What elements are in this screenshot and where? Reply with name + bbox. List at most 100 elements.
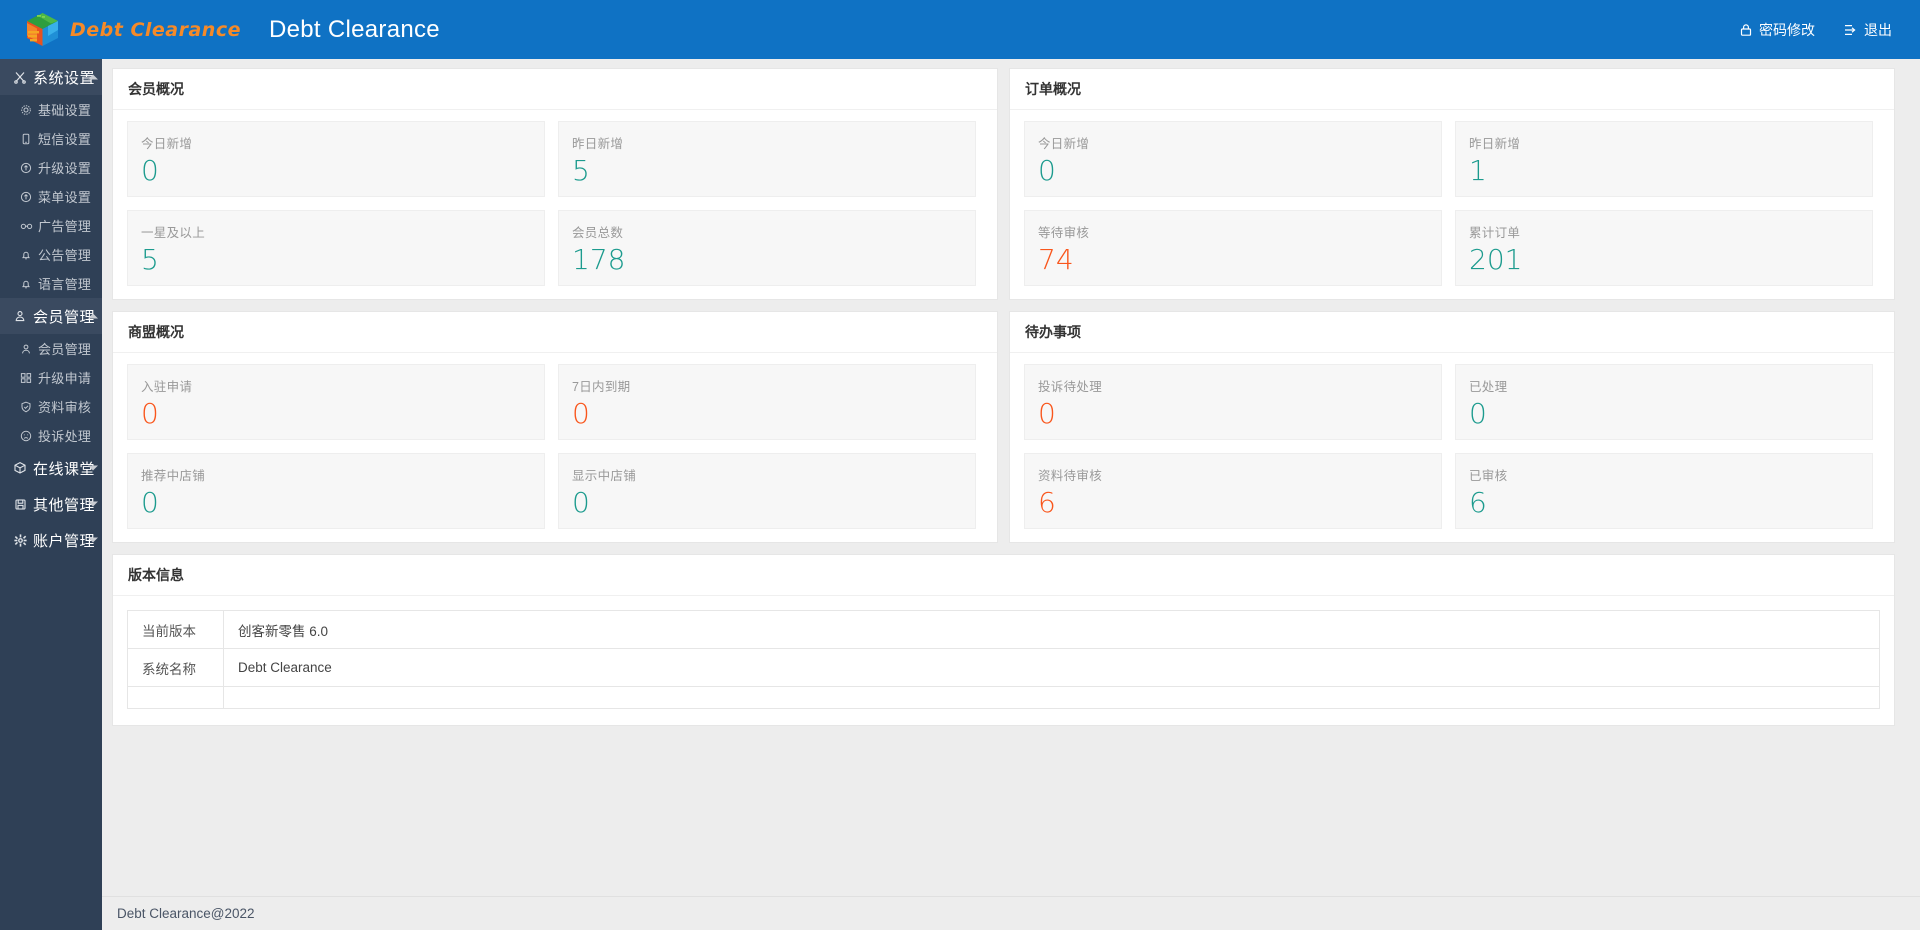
row-value	[223, 686, 1880, 709]
sidebar-group-online-classroom[interactable]: 在线课堂	[0, 450, 102, 486]
sidebar-group-member-management[interactable]: 会员管理	[0, 298, 102, 334]
sidebar-item-label: 升级设置	[38, 161, 92, 176]
stat-card[interactable]: 今日新增 0	[127, 121, 545, 197]
stat-value: 0	[141, 486, 159, 519]
stat-card[interactable]: 今日新增 0	[1024, 121, 1442, 197]
stat-label: 会员总数	[572, 226, 624, 240]
up-circle-icon	[19, 162, 33, 174]
sidebar-item-label: 升级申请	[38, 371, 92, 386]
stat-label: 已处理	[1469, 380, 1508, 394]
stat-label: 昨日新增	[1469, 137, 1521, 151]
panel-member-overview: 会员概况 今日新增 0 昨日新增 5 一星及以上 5 会员总数 178	[112, 68, 998, 300]
cube-outline-icon	[12, 461, 28, 475]
stat-card[interactable]: 入驻申请 0	[127, 364, 545, 440]
up-circle-icon	[19, 191, 33, 203]
stat-label: 已审核	[1469, 469, 1508, 483]
stat-card[interactable]: 会员总数 178	[558, 210, 976, 286]
stat-label: 一星及以上	[141, 226, 206, 240]
stat-value: 0	[141, 397, 159, 430]
stat-value: 5	[141, 243, 159, 276]
footer-text: Debt Clearance@2022	[117, 906, 255, 921]
sidebar-item-member-management[interactable]: 会员管理	[0, 334, 102, 363]
stat-value: 1	[1469, 154, 1487, 187]
stat-value: 74	[1038, 243, 1074, 276]
sidebar: 系统设置 基础设置 短信设置 升级设置 菜单设置 广告管理 公告管理 语言管理 …	[0, 59, 102, 930]
panel-title: 会员概况	[113, 69, 997, 110]
table-row: 系统名称 Debt Clearance	[127, 648, 1880, 687]
page-title: Debt Clearance	[269, 15, 440, 43]
logout-button[interactable]: 退出	[1843, 20, 1892, 40]
glasses-icon	[19, 220, 33, 232]
stat-card[interactable]: 7日内到期 0	[558, 364, 976, 440]
scissors-icon	[12, 70, 28, 84]
sidebar-group-account-management[interactable]: 账户管理	[0, 522, 102, 558]
stat-label: 今日新增	[1038, 137, 1090, 151]
stat-value: 6	[1469, 486, 1487, 519]
sidebar-item-label: 菜单设置	[38, 190, 92, 205]
stat-card[interactable]: 已审核 6	[1455, 453, 1873, 529]
stat-card[interactable]: 昨日新增 1	[1455, 121, 1873, 197]
chevron-down-icon	[88, 537, 98, 543]
stat-card-list: 今日新增 0 昨日新增 1 等待审核 74 累计订单 201	[1024, 121, 1880, 286]
stat-value: 201	[1469, 243, 1523, 276]
stat-card[interactable]: 已处理 0	[1455, 364, 1873, 440]
sidebar-item-notice-management[interactable]: 公告管理	[0, 240, 102, 269]
stat-label: 昨日新增	[572, 137, 624, 151]
stat-value: 0	[572, 486, 590, 519]
logout-label: 退出	[1864, 21, 1892, 38]
panel-order-overview: 订单概况 今日新增 0 昨日新增 1 等待审核 74 累计订单 201	[1009, 68, 1895, 300]
stat-card[interactable]: 一星及以上 5	[127, 210, 545, 286]
chevron-down-icon	[88, 501, 98, 507]
row-key: 系统名称	[127, 648, 224, 687]
sidebar-item-label: 投诉处理	[38, 429, 92, 444]
sidebar-item-upgrade-settings[interactable]: 升级设置	[0, 153, 102, 182]
stat-card[interactable]: 显示中店铺 0	[558, 453, 976, 529]
stat-value: 0	[1469, 397, 1487, 430]
stat-card[interactable]: 等待审核 74	[1024, 210, 1442, 286]
sidebar-item-basic-settings[interactable]: 基础设置	[0, 95, 102, 124]
stat-value: 0	[141, 154, 159, 187]
mobile-icon	[19, 133, 33, 145]
change-password-button[interactable]: 密码修改	[1739, 20, 1815, 40]
change-password-label: 密码修改	[1759, 21, 1815, 38]
sidebar-group-other-management[interactable]: 其他管理	[0, 486, 102, 522]
logout-icon	[1843, 23, 1858, 37]
stat-value: 6	[1038, 486, 1056, 519]
row-key	[127, 686, 224, 709]
gear-solid-icon	[12, 533, 28, 547]
sidebar-item-ad-management[interactable]: 广告管理	[0, 211, 102, 240]
sidebar-item-language-management[interactable]: 语言管理	[0, 269, 102, 298]
sidebar-group-label: 在线课堂	[33, 460, 96, 478]
brand-logo-zone[interactable]: Debt Clearance	[0, 0, 269, 59]
stat-value: 5	[572, 154, 590, 187]
stat-label: 今日新增	[141, 137, 193, 151]
stat-label: 入驻申请	[141, 380, 193, 394]
stat-label: 显示中店铺	[572, 469, 637, 483]
stat-card[interactable]: 推荐中店铺 0	[127, 453, 545, 529]
sidebar-item-menu-settings[interactable]: 菜单设置	[0, 182, 102, 211]
sidebar-item-label: 短信设置	[38, 132, 92, 147]
sidebar-item-upgrade-application[interactable]: 升级申请	[0, 363, 102, 392]
app-header: Debt Clearance Debt Clearance 密码修改 退出	[0, 0, 1920, 59]
version-info-table: 当前版本 创客新零售 6.0 系统名称 Debt Clearance	[127, 610, 1880, 709]
panel-title: 版本信息	[113, 555, 1894, 596]
app-footer: Debt Clearance@2022	[102, 896, 1920, 930]
header-actions: 密码修改 退出	[1739, 20, 1920, 40]
chevron-down-icon	[88, 465, 98, 471]
stat-card-list: 投诉待处理 0 已处理 0 资料待审核 6 已审核 6	[1024, 364, 1880, 529]
sidebar-item-document-review[interactable]: 资料审核	[0, 392, 102, 421]
stat-card[interactable]: 投诉待处理 0	[1024, 364, 1442, 440]
stat-value: 0	[1038, 154, 1056, 187]
stat-card[interactable]: 昨日新增 5	[558, 121, 976, 197]
lock-icon	[1739, 23, 1753, 37]
sidebar-group-system-settings[interactable]: 系统设置	[0, 59, 102, 95]
left-column: 会员概况 今日新增 0 昨日新增 5 一星及以上 5 会员总数 178 商盟概况…	[112, 68, 998, 554]
stat-value: 0	[1038, 397, 1056, 430]
sidebar-item-sms-settings[interactable]: 短信设置	[0, 124, 102, 153]
main-content: 会员概况 今日新增 0 昨日新增 5 一星及以上 5 会员总数 178 商盟概况…	[102, 59, 1920, 930]
stat-card[interactable]: 累计订单 201	[1455, 210, 1873, 286]
stat-card[interactable]: 资料待审核 6	[1024, 453, 1442, 529]
sidebar-item-complaint-handling[interactable]: 投诉处理	[0, 421, 102, 450]
chevron-up-icon	[88, 74, 98, 80]
sidebar-item-label: 广告管理	[38, 219, 92, 234]
